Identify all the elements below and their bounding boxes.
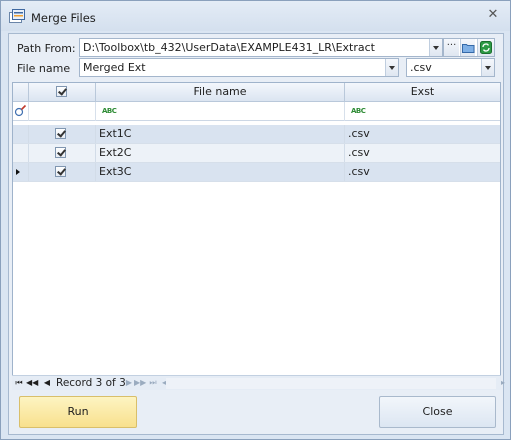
row-checkbox-cell[interactable] (29, 163, 96, 181)
window-title: Merge Files (31, 11, 96, 25)
table-row[interactable]: Ext3C .csv (13, 163, 500, 182)
select-all-checkbox[interactable] (56, 86, 67, 97)
filter-row: ABC ABC (13, 102, 500, 121)
extension-select[interactable]: .csv (406, 58, 495, 77)
scroll-right-icon[interactable]: ▸ (498, 377, 508, 389)
table-row[interactable]: Ext2C .csv (13, 144, 500, 163)
row-indicator (13, 125, 29, 143)
filter-cell-ext[interactable]: ABC (345, 102, 500, 121)
first-record-icon[interactable]: ⏮ (14, 377, 24, 389)
file-name-value: Merged Ext (83, 61, 146, 74)
record-position: Record 3 of 3 (56, 377, 126, 389)
next-record-icon[interactable]: ▶ (124, 377, 134, 389)
extension-value: .csv (410, 61, 432, 74)
folder-icon[interactable] (460, 39, 475, 56)
filter-editor-icon[interactable] (14, 104, 28, 118)
extension-dropdown-icon[interactable] (481, 59, 494, 76)
row-indicator (13, 144, 29, 162)
prev-page-icon[interactable]: ◀◀ (26, 377, 38, 389)
merge-files-window: Merge Files ✕ Path From: D:\Toolbox\tb_4… (0, 0, 511, 440)
row-checkbox[interactable] (55, 128, 66, 139)
row-indicator (13, 163, 29, 181)
text-filter-icon: ABC (102, 107, 117, 115)
browse-ellipsis-button[interactable]: ··· (444, 39, 459, 56)
current-row-arrow-icon (16, 169, 20, 175)
column-header-ext[interactable]: Exst (345, 83, 500, 102)
row-checkbox[interactable] (55, 147, 66, 158)
file-name-dropdown-icon[interactable] (385, 59, 398, 76)
text-filter-icon: ABC (351, 107, 366, 115)
ext-cell[interactable]: .csv (345, 125, 500, 143)
refresh-icon[interactable] (477, 39, 494, 56)
row-indicator-header (13, 83, 29, 102)
prev-record-icon[interactable]: ◀ (42, 377, 52, 389)
row-checkbox-cell[interactable] (29, 125, 96, 143)
select-all-header[interactable] (29, 83, 96, 102)
last-record-icon[interactable]: ⏭ (148, 377, 158, 389)
file-name-cell[interactable]: Ext3C (96, 163, 345, 181)
close-button[interactable]: Close (379, 396, 496, 428)
column-header-file-name[interactable]: File name (96, 83, 345, 102)
file-name-input[interactable]: Merged Ext (79, 58, 399, 77)
run-button[interactable]: Run (19, 396, 137, 428)
filter-row-indicator[interactable] (13, 102, 29, 121)
title-bar: Merge Files ✕ (1, 1, 510, 31)
horizontal-scrollbar[interactable] (166, 378, 496, 389)
file-name-cell[interactable]: Ext2C (96, 144, 345, 162)
row-checkbox[interactable] (55, 166, 66, 177)
next-page-icon[interactable]: ▶▶ (134, 377, 146, 389)
table-row[interactable]: Ext1C .csv (13, 125, 500, 144)
path-dropdown-icon[interactable] (429, 39, 442, 56)
file-name-cell[interactable]: Ext1C (96, 125, 345, 143)
close-window-icon[interactable]: ✕ (486, 8, 500, 22)
path-tools: ··· (443, 38, 495, 57)
ext-cell[interactable]: .csv (345, 163, 500, 181)
path-from-value: D:\Toolbox\tb_432\UserData\EXAMPLE431_LR… (83, 41, 375, 54)
path-from-label: Path From: (17, 42, 76, 55)
dialog-body: Path From: D:\Toolbox\tb_432\UserData\EX… (8, 33, 505, 435)
ext-cell[interactable]: .csv (345, 144, 500, 162)
grid-navigator: ⏮ ◀◀ ◀ Record 3 of 3 ▶ ▶▶ ⏭ ◂ ▸ (12, 375, 505, 390)
filter-cell-checkbox[interactable] (29, 102, 96, 121)
row-checkbox-cell[interactable] (29, 144, 96, 162)
file-name-label: File name (17, 62, 71, 75)
path-from-input[interactable]: D:\Toolbox\tb_432\UserData\EXAMPLE431_LR… (79, 38, 443, 57)
app-icon (9, 9, 25, 23)
files-grid: File name Exst ABC ABC Ext1C .csv Ext2C … (12, 82, 501, 389)
filter-cell-file-name[interactable]: ABC (96, 102, 345, 121)
